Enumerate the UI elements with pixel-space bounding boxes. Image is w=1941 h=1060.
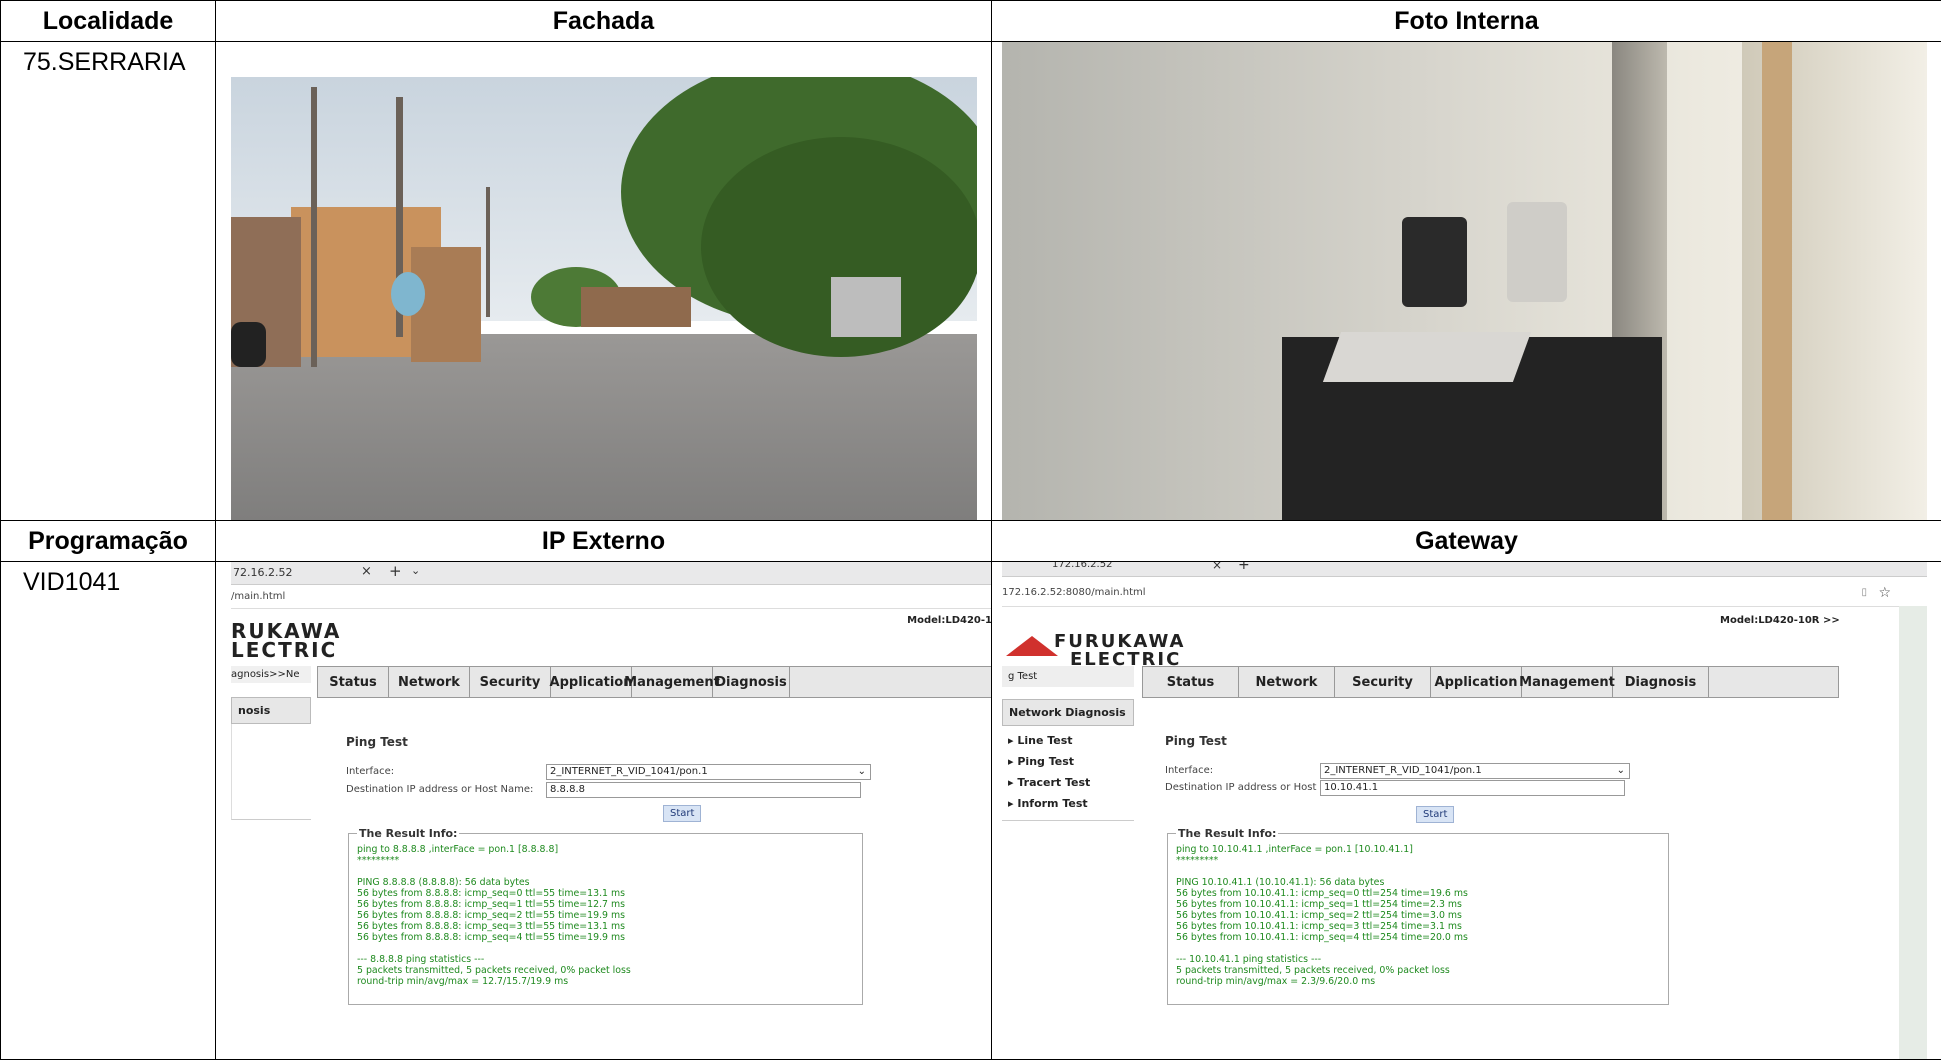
header-ip-externo: IP Externo bbox=[215, 520, 992, 562]
side-nav: g Test Network Diagnosis ▸ Line Test ▸ P… bbox=[1002, 666, 1134, 821]
programacao-value: VID1041 bbox=[23, 568, 121, 596]
reader-icon[interactable]: ▯ bbox=[1861, 580, 1867, 606]
menu-management[interactable]: Management bbox=[624, 667, 720, 697]
fachada-cell bbox=[215, 41, 992, 521]
destination-input[interactable]: 8.8.8.8 bbox=[546, 782, 861, 798]
chevron-down-icon: ⌄ bbox=[857, 766, 866, 777]
main-menu: Status Network Security Application Mana… bbox=[1142, 666, 1839, 698]
page-title: Ping Test bbox=[1165, 734, 1227, 748]
header-foto-interna: Foto Interna bbox=[991, 0, 1941, 42]
foto-interna-cell bbox=[991, 41, 1941, 521]
ip-externo-screenshot: 72.16.2.52 × + ⌄ /main.html RUKAWA LECTR… bbox=[231, 562, 992, 1027]
menu-diagnosis[interactable]: Diagnosis bbox=[1613, 667, 1709, 697]
interface-select-value: 2_INTERNET_R_VID_1041/pon.1 bbox=[550, 766, 708, 777]
star-icon[interactable]: ☆ bbox=[1878, 580, 1891, 606]
header-localidade: Localidade bbox=[0, 0, 216, 42]
side-item-label: Inform Test bbox=[1017, 797, 1088, 810]
browser-tab-title[interactable]: 172.16.2.52 bbox=[1052, 563, 1112, 571]
model-label: Model:LD420-1 bbox=[907, 615, 992, 626]
header-gateway: Gateway bbox=[991, 520, 1941, 562]
side-item-diagnosis[interactable]: nosis bbox=[231, 697, 311, 724]
address-bar[interactable]: /main.html bbox=[231, 586, 991, 609]
localidade-cell: 75.SERRARIA bbox=[0, 41, 216, 521]
side-item-network-diagnosis[interactable]: Network Diagnosis bbox=[1002, 699, 1134, 726]
chevron-down-icon: ⌄ bbox=[1616, 765, 1625, 776]
header-fachada: Fachada bbox=[215, 0, 992, 42]
breadcrumb: agnosis>>Ne bbox=[231, 666, 311, 683]
report-table: Localidade Fachada Foto Interna 75.SERRA… bbox=[0, 0, 1941, 1060]
result-box: The Result Info: ping to 10.10.41.1 ,int… bbox=[1167, 827, 1669, 1005]
side-item-label: Ping Test bbox=[1017, 755, 1075, 768]
close-tab-icon[interactable]: × bbox=[361, 564, 372, 579]
interface-label: Interface: bbox=[1165, 765, 1214, 776]
interface-select-value: 2_INTERNET_R_VID_1041/pon.1 bbox=[1324, 765, 1482, 776]
address-bar[interactable]: 172.16.2.52:8080/main.html ▯ ☆ bbox=[1002, 580, 1927, 607]
menu-status[interactable]: Status bbox=[318, 667, 389, 697]
browser-tab-bar: 172.16.2.52 × + bbox=[1002, 562, 1927, 577]
gateway-cell: 172.16.2.52 × + 172.16.2.52:8080/main.ht… bbox=[991, 561, 1941, 1060]
new-tab-icon[interactable]: + bbox=[389, 563, 402, 581]
localidade-value: 75.SERRARIA bbox=[23, 48, 186, 76]
logo-line2: LECTRIC bbox=[231, 638, 338, 662]
brand-logo-mark bbox=[1006, 636, 1058, 656]
interface-select[interactable]: 2_INTERNET_R_VID_1041/pon.1 ⌄ bbox=[1320, 763, 1630, 779]
ip-externo-cell: 72.16.2.52 × + ⌄ /main.html RUKAWA LECTR… bbox=[215, 561, 992, 1060]
interface-label: Interface: bbox=[346, 766, 395, 777]
result-legend: The Result Info: bbox=[357, 827, 460, 840]
main-menu: Status Network Security Application Mana… bbox=[317, 666, 991, 698]
brand-logo: FURUKAWA ELECTRIC bbox=[1054, 633, 1185, 669]
menu-diagnosis[interactable]: Diagnosis bbox=[713, 667, 790, 697]
result-text: ping to 8.8.8.8 ,interFace = pon.1 [8.8.… bbox=[357, 844, 631, 987]
result-box: The Result Info: ping to 8.8.8.8 ,interF… bbox=[348, 827, 863, 1005]
breadcrumb: g Test bbox=[1002, 666, 1134, 687]
close-tab-icon[interactable]: × bbox=[1212, 563, 1222, 573]
side-item-label: Line Test bbox=[1017, 734, 1073, 747]
result-text: ping to 10.10.41.1 ,interFace = pon.1 [1… bbox=[1176, 844, 1468, 987]
address-url: /main.html bbox=[231, 591, 286, 602]
menu-application[interactable]: Application bbox=[1431, 667, 1522, 697]
side-item-ping-test[interactable]: ▸ Ping Test bbox=[1002, 751, 1134, 772]
side-item-line-test[interactable]: ▸ Line Test bbox=[1002, 730, 1134, 751]
browser-tab-title[interactable]: 72.16.2.52 bbox=[233, 566, 292, 579]
side-nav: agnosis>>Ne nosis bbox=[231, 666, 311, 820]
address-url: 172.16.2.52:8080/main.html bbox=[1002, 587, 1146, 598]
start-button[interactable]: Start bbox=[663, 805, 702, 822]
new-tab-icon[interactable]: + bbox=[1238, 563, 1250, 574]
chevron-down-icon[interactable]: ⌄ bbox=[411, 564, 420, 577]
interior-photo bbox=[1002, 42, 1927, 520]
menu-management[interactable]: Management bbox=[1519, 667, 1615, 697]
interface-select[interactable]: 2_INTERNET_R_VID_1041/pon.1 ⌄ bbox=[546, 764, 871, 780]
menu-security[interactable]: Security bbox=[1335, 667, 1431, 697]
menu-status[interactable]: Status bbox=[1143, 667, 1239, 697]
destination-input[interactable]: 10.10.41.1 bbox=[1320, 780, 1625, 796]
side-item-inform-test[interactable]: ▸ Inform Test bbox=[1002, 793, 1134, 814]
model-label: Model:LD420-10R >> bbox=[1720, 615, 1840, 626]
start-button[interactable]: Start bbox=[1416, 806, 1455, 823]
gateway-screenshot: 172.16.2.52 × + 172.16.2.52:8080/main.ht… bbox=[1002, 562, 1927, 1059]
menu-network[interactable]: Network bbox=[389, 667, 470, 697]
destination-label: Destination IP address or Host Name: bbox=[346, 784, 534, 795]
side-item-tracert-test[interactable]: ▸ Tracert Test bbox=[1002, 772, 1134, 793]
programacao-cell: VID1041 bbox=[0, 561, 216, 1060]
result-legend: The Result Info: bbox=[1176, 827, 1279, 840]
browser-tab-bar: 72.16.2.52 × + ⌄ bbox=[231, 562, 991, 585]
page-title: Ping Test bbox=[346, 735, 408, 749]
menu-security[interactable]: Security bbox=[470, 667, 551, 697]
facade-photo bbox=[231, 77, 977, 520]
menu-application[interactable]: Application bbox=[550, 667, 632, 697]
brand-logo: RUKAWA LECTRIC bbox=[231, 621, 341, 662]
menu-network[interactable]: Network bbox=[1239, 667, 1335, 697]
header-programacao: Programação bbox=[0, 520, 216, 562]
side-item-label: Tracert Test bbox=[1017, 776, 1091, 789]
